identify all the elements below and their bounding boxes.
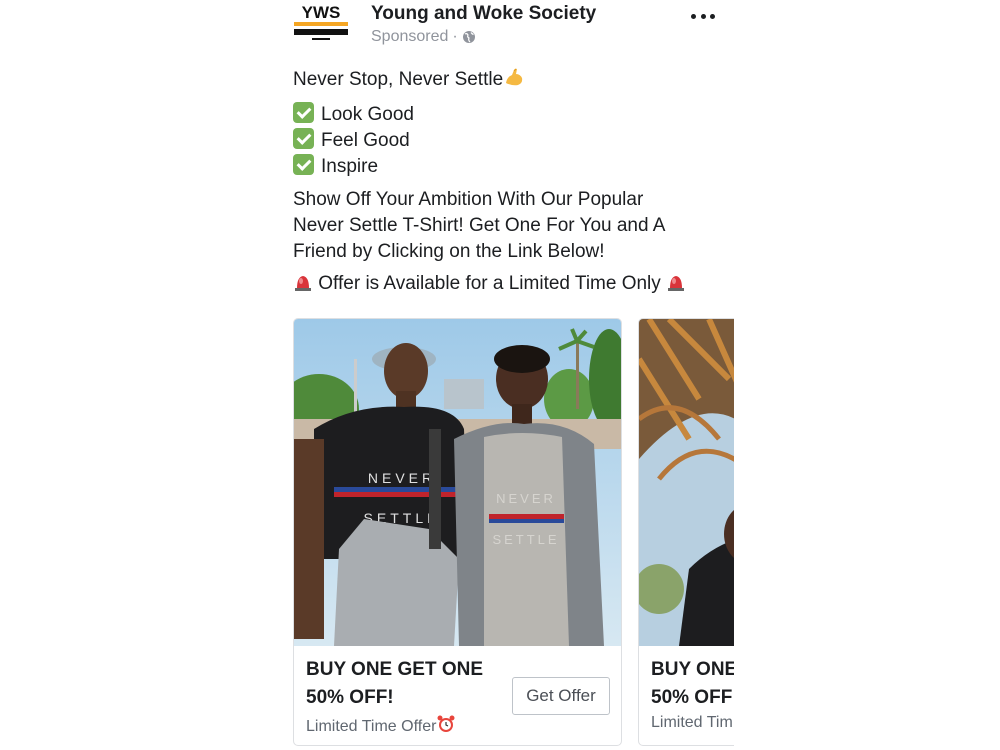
sponsored-label[interactable]: Sponsored <box>371 28 448 46</box>
card-title: BUY ONE 50% OFF <box>651 656 734 712</box>
checklist: Look Good Feel Good Inspire <box>293 102 723 180</box>
card-subtitle-text: Limited Time Offer <box>306 717 437 735</box>
post-headline: Never Stop, Never Settle <box>293 66 723 96</box>
checklist-item: Inspire <box>293 154 723 180</box>
globe-icon <box>462 30 476 44</box>
checklist-item: Feel Good <box>293 128 723 154</box>
card-subtitle-text: Limited Tim <box>651 714 733 731</box>
offer-text: Offer is Available for a Limited Time On… <box>318 273 661 294</box>
svg-text:SETTLE: SETTLE <box>492 532 559 547</box>
check-mark-icon <box>293 154 314 175</box>
sponsored-post: YWS Young and Woke Society Sponsored · N… <box>282 0 734 750</box>
post-description: Show Off Your Ambition With Our Popular … <box>293 189 665 262</box>
checklist-label: Look Good <box>321 104 414 125</box>
checklist-item: Look Good <box>293 102 723 128</box>
post-body: Never Stop, Never Settle Look Good Feel … <box>293 66 723 306</box>
product-image[interactable] <box>639 319 734 646</box>
svg-text:NEVER: NEVER <box>496 491 556 506</box>
card-subtitle: Limited Tim <box>651 714 733 732</box>
alarm-clock-icon <box>436 714 456 739</box>
page-name[interactable]: Young and Woke Society <box>371 3 596 25</box>
get-offer-button[interactable]: Get Offer <box>512 677 610 715</box>
card-title-line: 50% OFF <box>651 687 733 708</box>
flexed-biceps-icon <box>503 66 525 96</box>
offer-line: Offer is Available for a Limited Time On… <box>293 271 723 300</box>
separator-dot: · <box>452 28 458 45</box>
card-title: BUY ONE GET ONE 50% OFF! <box>306 656 483 712</box>
shirt-print-top: NEVER <box>368 470 436 486</box>
product-image[interactable]: NEVER SETTLE NEVER SETTLE <box>294 319 621 646</box>
headline-text: Never Stop, Never Settle <box>293 69 504 90</box>
card-title-line: 50% OFF! <box>306 687 394 708</box>
page-logo[interactable]: YWS <box>292 2 350 44</box>
card-title-line: BUY ONE <box>651 659 734 680</box>
carousel-card[interactable]: NEVER SETTLE NEVER SETTLE BUY ONE GET ON… <box>293 318 622 746</box>
sponsored-row: Sponsored · <box>371 28 476 46</box>
post-header: YWS Young and Woke Society Sponsored · <box>292 0 732 50</box>
carousel-card[interactable]: BUY ONE 50% OFF Limited Tim <box>638 318 734 746</box>
siren-icon <box>666 272 686 300</box>
logo-text: YWS <box>302 3 341 22</box>
siren-icon <box>293 272 313 300</box>
card-subtitle: Limited Time Offer <box>306 714 456 739</box>
card-title-line: BUY ONE GET ONE <box>306 659 484 680</box>
more-options-icon[interactable] <box>688 4 718 28</box>
checklist-label: Feel Good <box>321 130 410 151</box>
checklist-label: Inspire <box>321 156 379 177</box>
check-mark-icon <box>293 128 314 149</box>
check-mark-icon <box>293 102 314 123</box>
